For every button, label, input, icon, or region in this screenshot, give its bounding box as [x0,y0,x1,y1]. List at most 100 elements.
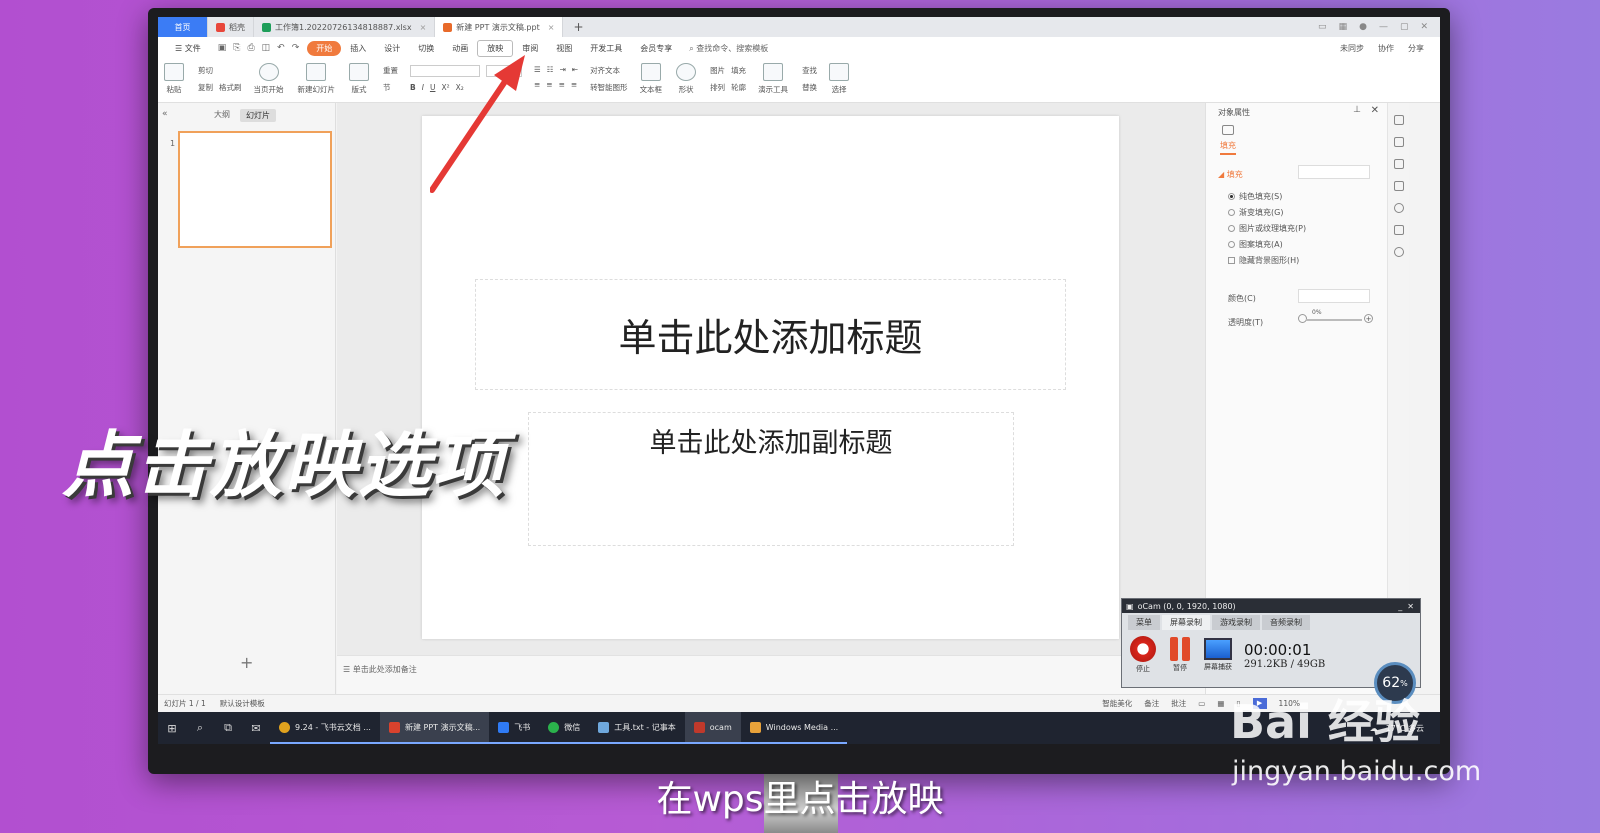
screen-capture-button[interactable]: 屏幕捕获 [1204,638,1232,672]
plus-icon[interactable]: + [1364,314,1373,323]
numbering-icon[interactable]: ☷ [547,65,554,74]
shape-style-icon[interactable] [1393,115,1404,125]
picture-button[interactable]: 图片 [710,65,725,76]
select-button[interactable]: 选择 [829,63,850,95]
transition-icon[interactable] [1393,181,1404,191]
layout-icon[interactable]: ▭ [1318,22,1327,32]
from-current-button[interactable]: 当页开始 [254,63,284,95]
minimize-button[interactable]: — [1379,22,1388,32]
taskbar-app-notepad[interactable]: 工具.txt - 记事本 [589,712,685,744]
menu-insert[interactable]: 插入 [341,41,375,56]
taskbar-app-ocam[interactable]: ocam [684,712,741,744]
minimize-button[interactable]: _ ✕ [1398,602,1420,611]
smart-beautify-button[interactable]: 智能美化 [1102,698,1132,709]
subtitle-placeholder[interactable]: 单击此处添加副标题 [528,412,1014,546]
taskbar-app-media[interactable]: Windows Media ... [740,712,848,744]
task-view-icon[interactable]: ⧉ [214,721,242,735]
align-text-button[interactable]: 对齐文本 [590,65,620,76]
close-icon[interactable]: ✕ [1371,105,1379,116]
print-icon[interactable]: ⎙ [247,43,254,53]
slide-library-icon[interactable] [1393,225,1404,235]
menu-home[interactable]: 开始 [307,40,342,56]
add-slide-button[interactable]: + [240,653,253,672]
option-picture-fill[interactable]: 图片或纹理填充(P) [1228,223,1306,234]
taskbar-app-feishu-doc[interactable]: 9.24 - 飞书云文档 ... [270,712,380,744]
align-center-icon[interactable]: ≡ [546,80,552,89]
taskbar-app-wps[interactable]: 新建 PPT 演示文稿... [379,712,490,744]
fill-section-header[interactable]: ◢ 填充 [1218,169,1243,180]
preview-icon[interactable]: ◫ [262,43,271,53]
tab-docer[interactable]: 稻壳 [208,17,254,37]
copy-button[interactable]: 复制 [198,82,213,93]
align-right-icon[interactable]: ≡ [559,80,565,89]
slide-thumbnail[interactable] [178,131,332,248]
file-menu[interactable]: ☰ 文件 [166,41,210,56]
option-gradient-fill[interactable]: 渐变填充(G) [1228,207,1283,218]
fill-tab[interactable]: 填充 [1220,140,1236,155]
mail-icon[interactable]: ✉ [242,722,270,735]
menu-review[interactable]: 审阅 [513,41,547,56]
paste-button[interactable]: 粘贴 [164,63,184,95]
avatar[interactable]: ● [1359,22,1367,32]
properties-icon[interactable] [1393,137,1404,147]
tab-screen-record[interactable]: 屏幕录制 [1162,615,1210,630]
normal-view-icon[interactable]: ▭ [1198,699,1205,708]
taskbar-app-wechat[interactable]: 微信 [539,712,590,744]
tab-outline[interactable]: 大纲 [214,109,230,122]
find-button[interactable]: 查找 [802,65,817,76]
tab-slides[interactable]: 幻灯片 [240,109,276,122]
italic-icon[interactable]: I [422,83,424,92]
menu-animation[interactable]: 动画 [443,41,477,56]
shape-button[interactable]: 形状 [676,63,697,95]
collab-button[interactable]: 协作 [1378,43,1394,54]
option-solid-fill[interactable]: 纯色填充(S) [1228,191,1282,202]
arrange-button[interactable]: 排列 [710,82,725,93]
taskbar-app-feishu[interactable]: 飞书 [489,712,540,744]
convert-smartart-button[interactable]: 转智能图形 [590,82,628,93]
transparency-slider[interactable] [1306,319,1362,321]
theme-name[interactable]: 默认设计模板 [220,698,265,709]
fill-type-dropdown[interactable] [1298,165,1370,179]
fill-button[interactable]: 填充 [731,65,746,76]
close-icon[interactable]: × [548,23,555,32]
textbox-button[interactable]: 文本框 [640,63,662,95]
menu-member[interactable]: 会员专享 [631,41,681,56]
tab-home[interactable]: 首页 [158,17,208,37]
grid-icon[interactable]: ▦ [1339,22,1348,32]
close-icon[interactable]: × [420,23,427,32]
new-slide-button[interactable]: 新建幻灯片 [298,63,335,95]
comments-toggle[interactable]: 批注 [1171,698,1186,709]
search-icon[interactable]: ⌕ [186,721,214,735]
windows-start-icon[interactable]: ⊞ [158,722,186,735]
sorter-view-icon[interactable]: ▦ [1217,699,1224,708]
maximize-button[interactable]: ▢ [1400,22,1409,32]
indent-icon[interactable]: ⇥ [559,65,565,74]
option-pattern-fill[interactable]: 图案填充(A) [1228,239,1283,250]
tab-game-record[interactable]: 游戏录制 [1212,615,1260,630]
collapse-icon[interactable]: « [162,109,168,119]
pin-icon[interactable]: ⊥ [1353,105,1361,115]
help-icon[interactable] [1393,203,1404,213]
tab-presentation[interactable]: 新建 PPT 演示文稿.ppt × [435,17,564,37]
sync-button[interactable]: 未同步 [1340,43,1364,54]
fill-bucket-icon[interactable] [1222,125,1234,135]
menu-view[interactable]: 视图 [547,41,581,56]
notes-area[interactable]: ☰ 单击此处添加备注 [337,655,1205,694]
menu-slideshow[interactable]: 放映 [477,39,514,57]
tab-menu[interactable]: 菜单 [1128,615,1160,630]
redo-icon[interactable]: ↷ [292,43,300,53]
stop-button[interactable]: 停止 [1130,636,1156,674]
present-tools-button[interactable]: 演示工具 [758,63,788,95]
undo-icon[interactable]: ↶ [277,43,285,53]
share-button[interactable]: 分享 [1408,43,1424,54]
outline-button[interactable]: 轮廓 [731,82,746,93]
export-icon[interactable]: ⎘ [233,43,240,53]
add-tab-button[interactable]: + [563,20,593,34]
menu-design[interactable]: 设计 [375,41,409,56]
hide-background-checkbox[interactable]: 隐藏背景图形(H) [1228,255,1299,266]
replace-button[interactable]: 替换 [802,82,817,93]
pause-button[interactable]: 暂停 [1168,637,1192,673]
command-search[interactable]: ⌕ 查找命令、搜索模板 [681,43,768,54]
tab-audio-record[interactable]: 音频录制 [1262,615,1310,630]
backup-icon[interactable] [1393,247,1404,257]
